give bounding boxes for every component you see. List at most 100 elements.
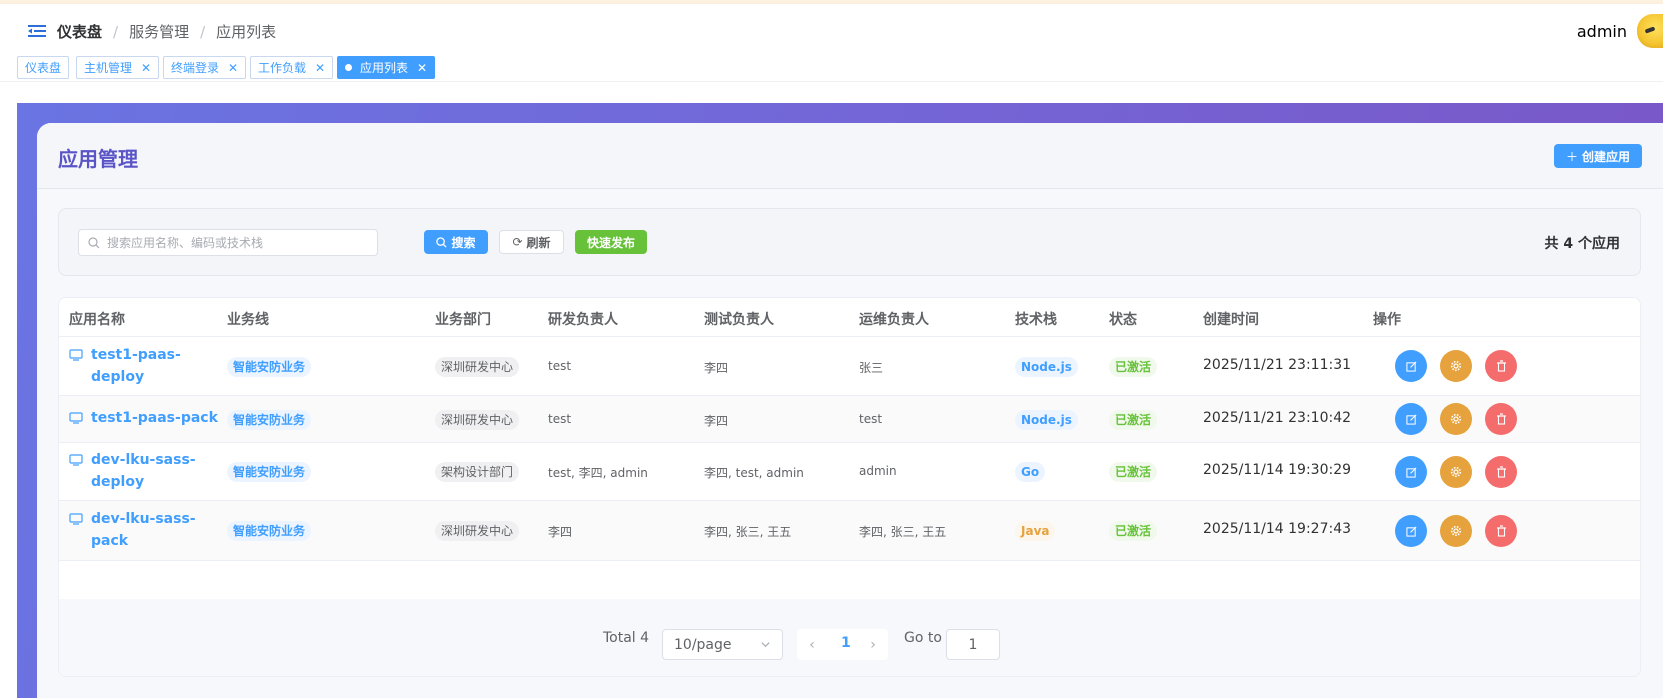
quick-publish-button[interactable]: 快速发布: [575, 230, 647, 254]
dev-owner: test, 李四, admin: [548, 466, 648, 480]
edit-icon: [1405, 467, 1416, 478]
refresh-button[interactable]: ⟳ 刷新: [499, 230, 564, 254]
ops-owner: admin: [859, 464, 897, 478]
delete-button[interactable]: [1485, 515, 1517, 547]
edit-button[interactable]: [1395, 350, 1427, 382]
app-name-line: dev-lku-sass-: [91, 511, 196, 527]
tags-view: 仪表盘 主机管理 ✕ 终端登录 ✕ 工作负载 ✕ 应用列表 ✕: [0, 52, 1663, 82]
monitor-icon: [69, 513, 83, 525]
active-dot-icon: [345, 64, 352, 71]
column-header: 研发负责人: [548, 312, 618, 328]
test-owner: 李四: [704, 414, 729, 428]
config-button[interactable]: [1440, 403, 1472, 435]
goto-page-input[interactable]: 1: [946, 629, 1000, 660]
prev-page-button[interactable]: ‹: [797, 629, 827, 660]
breadcrumb-separator: /: [113, 22, 119, 41]
department-tag: 深圳研发中心: [435, 357, 520, 377]
tag-terminal-login[interactable]: 终端登录 ✕: [163, 56, 247, 79]
chevron-left-icon: ‹: [809, 636, 815, 653]
card-header: 应用管理 ＋ 创建应用: [37, 123, 1663, 189]
tag-label: 工作负载: [258, 61, 307, 75]
business-line-tag: 智能安防业务: [227, 521, 312, 541]
page-title: 应用管理: [58, 147, 138, 171]
breadcrumb-separator: /: [200, 22, 206, 41]
edit-button[interactable]: [1395, 515, 1427, 547]
column-header: 业务线: [227, 312, 269, 328]
close-icon[interactable]: ✕: [417, 62, 427, 74]
app-name-link[interactable]: dev-lku-sass-pack: [69, 508, 196, 552]
refresh-button-label: 刷新: [526, 235, 551, 250]
tag-label: 应用列表: [360, 61, 409, 75]
tech-stack-tag: Node.js: [1015, 410, 1078, 430]
table-row: dev-lku-sass-deploy 智能安防业务 架构设计部门 test, …: [59, 443, 1640, 501]
create-app-button[interactable]: ＋ 创建应用: [1554, 144, 1642, 168]
tech-stack-tag: Node.js: [1015, 357, 1078, 377]
next-page-button[interactable]: ›: [858, 629, 888, 660]
dev-owner: test: [548, 359, 572, 373]
close-icon[interactable]: ✕: [315, 62, 325, 74]
tech-stack-tag: Go: [1015, 462, 1046, 482]
chevron-right-icon: ›: [870, 636, 876, 653]
config-button[interactable]: [1440, 350, 1472, 382]
edit-button[interactable]: [1395, 456, 1427, 488]
app-name-link[interactable]: test1-paas-deploy: [69, 344, 181, 388]
breadcrumb-item-service-mgmt[interactable]: 服务管理: [129, 21, 189, 42]
dev-owner: 李四: [548, 525, 573, 539]
tag-label: 主机管理: [84, 61, 133, 75]
tag-host-mgmt[interactable]: 主机管理 ✕: [76, 56, 160, 79]
edit-button[interactable]: [1395, 403, 1427, 435]
table-row: test1-paas-pack 智能安防业务 深圳研发中心 test 李四 te…: [59, 396, 1640, 443]
gear-icon: [1450, 525, 1462, 537]
config-button[interactable]: [1440, 515, 1472, 547]
tag-dashboard[interactable]: 仪表盘: [17, 56, 70, 79]
column-header: 运维负责人: [859, 312, 929, 328]
test-owner: 李四, test, admin: [704, 466, 804, 480]
table-row: dev-lku-sass-pack 智能安防业务 深圳研发中心 李四 李四, 张…: [59, 501, 1640, 561]
monitor-icon: [69, 349, 83, 361]
table-row: test1-paas-deploy 智能安防业务 深圳研发中心 test 李四 …: [59, 337, 1640, 396]
goto-label: Go to: [904, 630, 942, 646]
delete-button[interactable]: [1485, 456, 1517, 488]
search-input-wrapper[interactable]: [78, 229, 378, 256]
search-input[interactable]: [107, 235, 367, 250]
tag-app-list[interactable]: 应用列表 ✕: [337, 56, 436, 79]
app-name-line: deploy: [91, 369, 145, 385]
edit-icon: [1405, 361, 1416, 372]
page-size-value: 10/page: [674, 636, 732, 653]
search-panel: 搜索 ⟳ 刷新 快速发布 共 4 个应用: [58, 208, 1641, 276]
monitor-icon: [69, 412, 83, 424]
dev-owner: test: [548, 412, 572, 426]
app-name-link[interactable]: dev-lku-sass-deploy: [69, 449, 196, 493]
app-name-line: deploy: [91, 474, 145, 490]
hamburger-menu-icon[interactable]: [28, 24, 48, 40]
config-button[interactable]: [1440, 456, 1472, 488]
user-menu[interactable]: admin: [1577, 14, 1663, 48]
plus-icon: ＋: [1565, 149, 1578, 164]
page-number-current[interactable]: 1: [841, 635, 851, 651]
page-size-select[interactable]: 10/page: [662, 629, 783, 660]
status-badge: 已激活: [1109, 462, 1158, 482]
tag-label: 仪表盘: [25, 61, 62, 75]
created-time: 2025/11/14 19:27:43: [1203, 521, 1352, 537]
app-name-link[interactable]: test1-paas-pack: [69, 407, 218, 429]
tag-workload[interactable]: 工作负载 ✕: [250, 56, 334, 79]
ops-owner: 张三: [859, 361, 884, 375]
close-icon[interactable]: ✕: [141, 62, 151, 74]
status-badge: 已激活: [1109, 410, 1158, 430]
delete-button[interactable]: [1485, 403, 1517, 435]
search-icon: [88, 236, 100, 248]
status-badge: 已激活: [1109, 357, 1158, 377]
delete-button[interactable]: [1485, 350, 1517, 382]
gear-icon: [1450, 466, 1462, 478]
search-button[interactable]: 搜索: [424, 230, 488, 254]
breadcrumb-item-dashboard[interactable]: 仪表盘: [57, 21, 102, 42]
refresh-icon: ⟳: [512, 235, 523, 249]
business-line-tag: 智能安防业务: [227, 410, 312, 430]
user-name[interactable]: admin: [1577, 22, 1627, 41]
department-tag: 深圳研发中心: [435, 410, 520, 430]
close-icon[interactable]: ✕: [228, 62, 238, 74]
app-name-line: test1-paas-: [91, 347, 181, 363]
edit-icon: [1405, 414, 1416, 425]
ops-owner: test: [859, 412, 883, 426]
avatar[interactable]: [1637, 14, 1663, 48]
